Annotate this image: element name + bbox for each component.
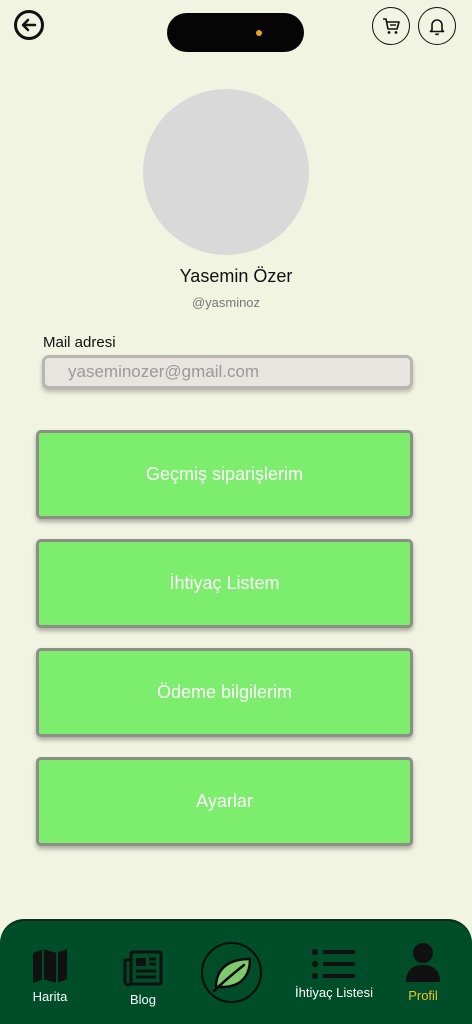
map-icon [33,949,67,983]
cart-icon [383,18,400,34]
user-name: Yasemin Özer [179,266,293,286]
nav-label-profile: Profil [408,988,438,1003]
nav-item-map[interactable]: Harita [30,947,70,1004]
user-handle: @yasminoz [191,295,261,310]
email-field[interactable] [42,355,413,389]
back-arrow-icon [21,18,37,32]
nav-item-profile[interactable]: Profil [405,942,441,1003]
bell-icon [429,19,445,36]
nav-item-blog[interactable]: Blog [122,950,164,1007]
settings-button[interactable]: Ayarlar [36,757,413,846]
nav-label-map: Harita [32,989,68,1004]
mail-label: Mail adresi [43,334,116,351]
my-needs-list-button[interactable]: İhtiyaç Listem [36,539,413,628]
payment-info-button[interactable]: Ödeme bilgilerim [36,648,413,737]
indicator-dot [256,30,262,36]
user-icon [406,943,440,982]
nav-item-needs-list[interactable]: İhtiyaç Listesi [295,947,373,1000]
back-button[interactable] [14,10,44,40]
nav-item-home[interactable] [201,942,262,1003]
order-history-button[interactable]: Geçmiş siparişlerim [36,430,413,519]
avatar[interactable] [143,89,309,255]
cart-button[interactable] [372,7,410,45]
nav-label-needs-list: İhtiyaç Listesi [295,985,374,1000]
newspaper-icon [123,950,163,987]
list-icon [312,949,356,979]
dynamic-island [167,13,304,52]
nav-label-blog: Blog [129,992,157,1007]
leaf-icon [212,957,251,992]
notifications-button[interactable] [418,7,456,45]
